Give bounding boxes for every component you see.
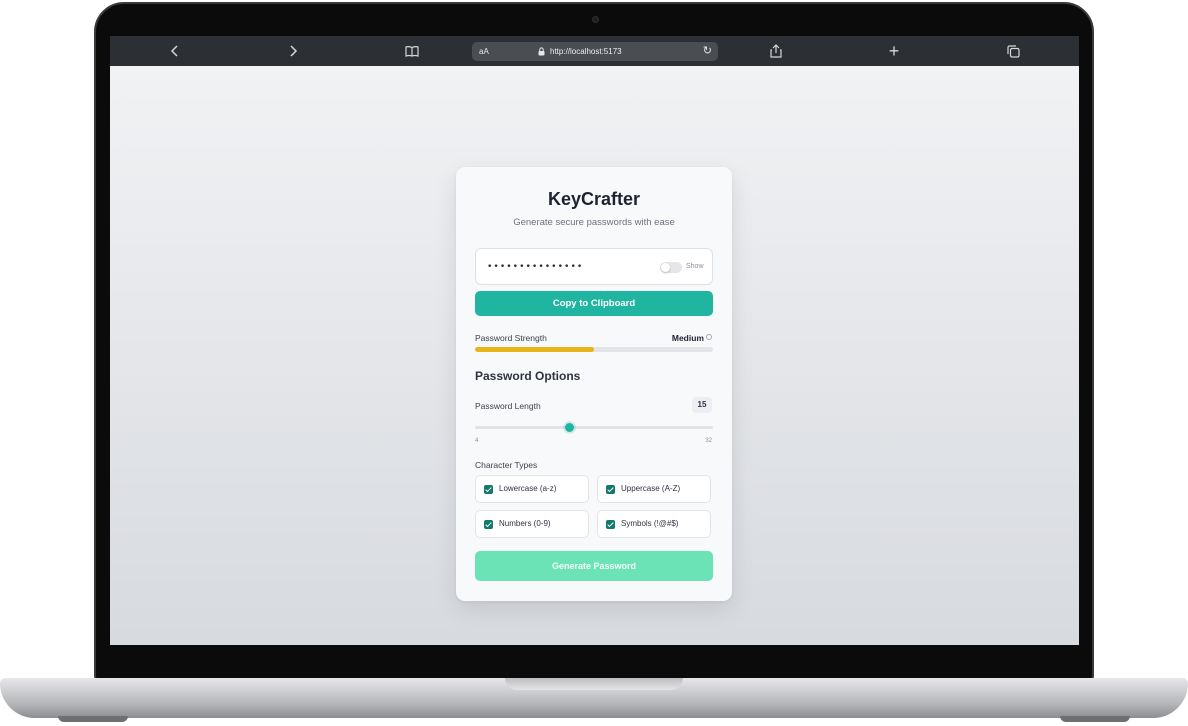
- length-max-label: 32: [705, 438, 712, 444]
- option-symbols[interactable]: Symbols (!@#$): [597, 510, 711, 538]
- options-heading: Password Options: [475, 369, 581, 383]
- plus-icon[interactable]: +: [882, 36, 906, 66]
- url-text: http://localhost:5173: [550, 47, 622, 56]
- copy-button[interactable]: Copy to Clipboard: [475, 291, 713, 316]
- generator-card: KeyCrafter Generate secure passwords wit…: [456, 167, 732, 601]
- password-value: •••••••••••••••: [487, 262, 584, 272]
- app-subtitle: Generate secure passwords with ease: [513, 217, 675, 228]
- checkbox-checked[interactable]: [484, 520, 493, 529]
- strength-meter-fill: [475, 347, 594, 352]
- chevron-left-icon[interactable]: [163, 36, 187, 66]
- length-slider-thumb[interactable]: [564, 423, 574, 432]
- checkbox-checked[interactable]: [606, 485, 615, 494]
- address-bar[interactable]: aA http://localhost:5173 ↻: [472, 42, 718, 61]
- length-value-badge: 15: [692, 397, 712, 413]
- app-title: KeyCrafter: [547, 189, 641, 209]
- text-size-button[interactable]: aA: [479, 42, 489, 61]
- tabs-icon[interactable]: [1001, 36, 1025, 66]
- length-label: Password Length: [475, 401, 541, 411]
- length-slider[interactable]: [475, 423, 713, 432]
- character-types-label: Character Types: [475, 460, 538, 470]
- strength-meter: [475, 347, 713, 352]
- option-label: Symbols (!@#$): [621, 519, 679, 528]
- browser-toolbar: aA http://localhost:5173 ↻ +: [110, 36, 1079, 66]
- camera: [592, 16, 599, 23]
- checkbox-checked[interactable]: [606, 520, 615, 529]
- book-icon[interactable]: [400, 36, 424, 66]
- password-field[interactable]: ••••••••••••••• Show: [475, 248, 713, 285]
- info-icon[interactable]: [706, 334, 712, 340]
- screen: aA http://localhost:5173 ↻ + KeyCrafter …: [110, 36, 1079, 645]
- option-label: Uppercase (A-Z): [621, 484, 681, 493]
- checkbox-checked[interactable]: [484, 485, 493, 494]
- option-uppercase[interactable]: Uppercase (A-Z): [597, 475, 711, 503]
- laptop-foot-right: [1060, 716, 1130, 722]
- option-lowercase[interactable]: Lowercase (a-z): [475, 475, 589, 503]
- toggle-knob: [661, 263, 670, 272]
- laptop-notch: [505, 678, 683, 690]
- option-label: Lowercase (a-z): [499, 484, 557, 493]
- option-numbers[interactable]: Numbers (0-9): [475, 510, 589, 538]
- show-toggle[interactable]: [660, 262, 682, 273]
- strength-label: Password Strength: [475, 333, 547, 343]
- show-label: Show: [686, 263, 704, 270]
- length-min-label: 4: [475, 438, 479, 444]
- option-label: Numbers (0-9): [499, 519, 551, 528]
- page-viewport: KeyCrafter Generate secure passwords wit…: [110, 66, 1079, 645]
- reload-icon[interactable]: ↻: [703, 42, 712, 61]
- share-icon[interactable]: [764, 36, 788, 66]
- generate-button[interactable]: Generate Password: [475, 551, 713, 581]
- strength-value: Medium: [671, 333, 704, 343]
- chevron-right-icon[interactable]: [281, 36, 305, 66]
- lock-icon: [538, 47, 545, 56]
- laptop-foot-left: [58, 716, 128, 722]
